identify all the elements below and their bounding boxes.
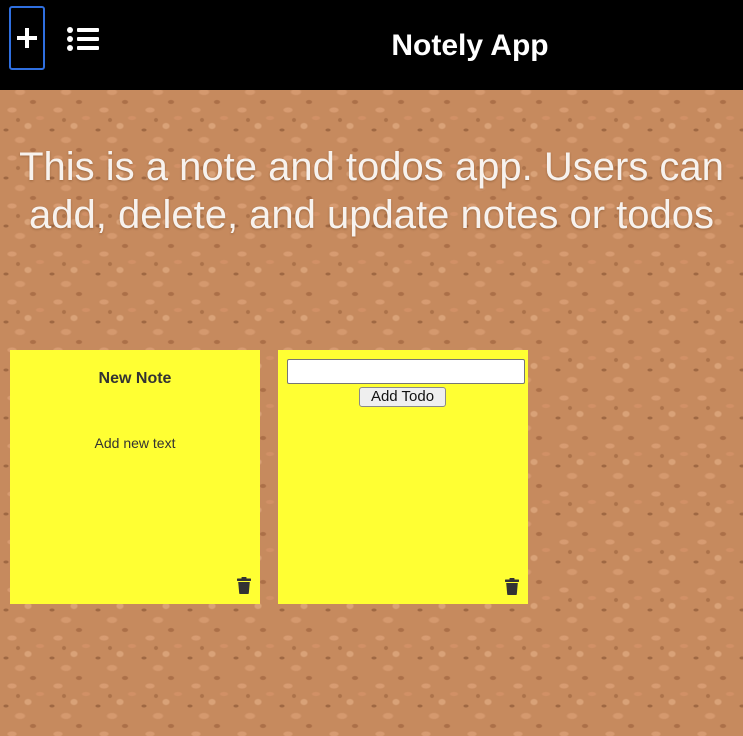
- list-icon: [67, 27, 99, 51]
- note-text[interactable]: Add new text: [10, 435, 260, 451]
- app-description: This is a note and todos app. Users can …: [19, 145, 724, 237]
- note-title[interactable]: New Note: [10, 370, 260, 388]
- plus-icon: [17, 28, 37, 48]
- navbar: Notely App: [0, 0, 743, 90]
- trash-icon[interactable]: [237, 577, 251, 594]
- todo-card: Add Todo: [278, 350, 528, 604]
- add-todo-button[interactable]: Add Todo: [359, 387, 446, 407]
- note-card[interactable]: New Note Add new text: [10, 350, 260, 604]
- add-note-button[interactable]: [9, 6, 45, 70]
- app-title: Notely App: [391, 29, 549, 62]
- trash-icon[interactable]: [505, 578, 519, 595]
- todo-input[interactable]: [287, 359, 525, 384]
- list-view-button[interactable]: [66, 26, 102, 54]
